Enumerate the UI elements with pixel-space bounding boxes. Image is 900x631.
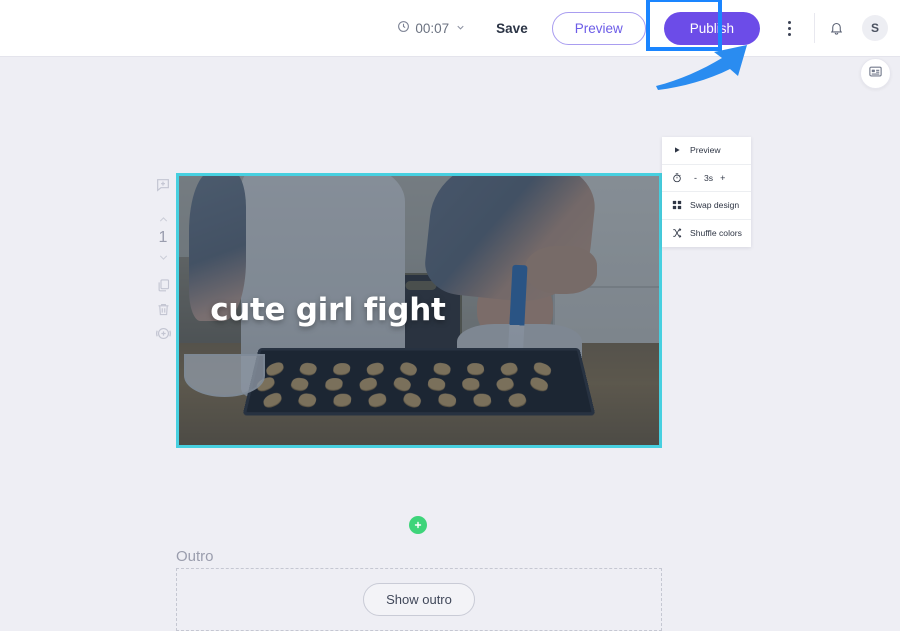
outro-section-label: Outro [176, 548, 214, 565]
editor-workspace: 1 cute girl fight Preview - 3s + Swap de… [0, 57, 900, 625]
shuffle-colors-option[interactable]: Shuffle colors [662, 220, 751, 248]
stopwatch-icon [671, 173, 682, 183]
preview-button[interactable]: Preview [552, 12, 646, 45]
publish-button[interactable]: Publish [664, 12, 760, 45]
scene-preview-label: Preview [690, 145, 721, 155]
kebab-dot [788, 21, 791, 24]
publish-button-wrapper: Publish [664, 12, 760, 45]
duplicate-scene-icon[interactable] [151, 273, 175, 297]
kebab-dot [788, 33, 791, 36]
show-outro-button[interactable]: Show outro [363, 583, 475, 616]
shuffle-icon [671, 228, 682, 238]
scene-duration-option: - 3s + [662, 165, 751, 193]
kebab-dot [788, 27, 791, 30]
delete-scene-icon[interactable] [151, 297, 175, 321]
top-toolbar: 00:07 Save Preview Publish S [0, 0, 900, 57]
duration-value: 00:07 [415, 21, 449, 36]
duration-increase-button[interactable]: + [715, 172, 730, 184]
scene-preview-option[interactable]: Preview [662, 137, 751, 165]
play-icon [671, 146, 682, 154]
chevron-down-icon[interactable] [455, 21, 466, 36]
avatar[interactable]: S [862, 15, 888, 41]
save-button[interactable]: Save [492, 15, 532, 42]
scene-options-panel: Preview - 3s + Swap design Shuffle color… [662, 137, 751, 247]
outro-dropzone[interactable]: Show outro [176, 568, 662, 631]
video-duration-control[interactable]: 00:07 [397, 20, 466, 36]
grid-layout-icon [671, 200, 682, 210]
scene-number: 1 [151, 227, 175, 249]
add-comment-icon[interactable] [151, 173, 175, 197]
scene-canvas[interactable]: cute girl fight [176, 173, 662, 448]
scene-title-text[interactable]: cute girl fight [210, 292, 445, 328]
add-media-icon[interactable] [151, 321, 175, 345]
scene-tools-rail: 1 [150, 173, 176, 345]
move-down-icon[interactable] [157, 249, 170, 265]
notification-bell-icon[interactable] [819, 15, 854, 42]
plus-icon [413, 520, 423, 530]
add-scene-button[interactable] [409, 516, 427, 534]
swap-design-option[interactable]: Swap design [662, 192, 751, 220]
move-up-icon[interactable] [157, 211, 170, 227]
scene-video-still: cute girl fight [179, 176, 659, 445]
subtitle-card-button[interactable] [860, 58, 891, 89]
scene-row: 1 cute girl fight [0, 173, 900, 453]
duration-value-label: 3s [702, 173, 715, 183]
swap-design-label: Swap design [690, 200, 739, 210]
shuffle-colors-label: Shuffle colors [690, 228, 742, 238]
toolbar-divider [814, 13, 815, 43]
subtitle-card-icon [868, 64, 883, 84]
duration-decrease-button[interactable]: - [689, 172, 702, 184]
clock-icon [397, 20, 410, 36]
kebab-menu-icon[interactable] [776, 11, 802, 45]
